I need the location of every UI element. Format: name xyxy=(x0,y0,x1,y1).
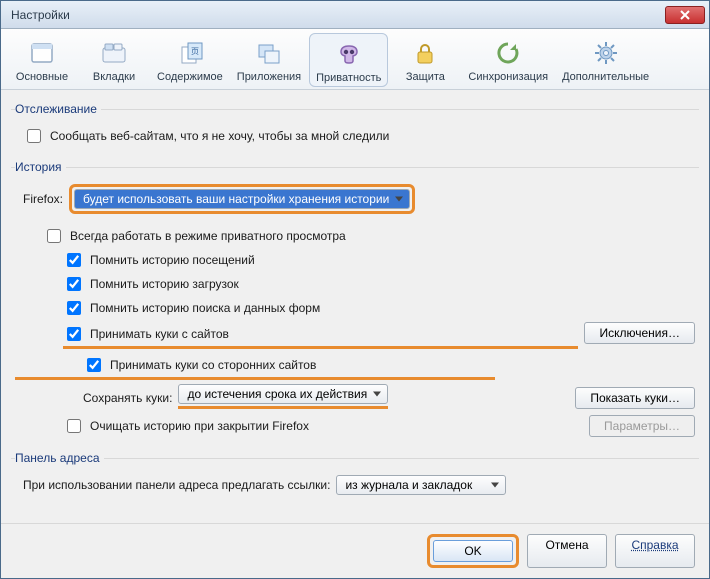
suggest-label: При использовании панели адреса предлага… xyxy=(23,478,330,492)
privacy-icon xyxy=(333,38,365,70)
tab-advanced[interactable]: Дополнительные xyxy=(556,33,655,87)
svg-text:页: 页 xyxy=(191,47,199,56)
always-private-label: Всегда работать в режиме приватного прос… xyxy=(70,229,346,243)
suggest-value: из журнала и закладок xyxy=(345,478,472,492)
category-toolbar: Основные Вкладки 页 Содержимое Приложения… xyxy=(1,29,709,90)
cancel-button[interactable]: Отмена xyxy=(527,534,607,568)
window-title: Настройки xyxy=(11,8,70,22)
remember-forms-label: Помнить историю поиска и данных форм xyxy=(90,301,320,315)
content-icon: 页 xyxy=(174,37,206,69)
history-legend: История xyxy=(15,160,66,174)
history-section: История Firefox: будет использовать ваши… xyxy=(11,160,699,443)
tab-sync[interactable]: Синхронизация xyxy=(462,33,554,87)
tracking-legend: Отслеживание xyxy=(15,102,101,116)
remember-forms-checkbox[interactable] xyxy=(67,301,81,315)
close-icon xyxy=(680,10,690,20)
tab-security-label: Защита xyxy=(406,71,445,83)
security-icon xyxy=(409,37,441,69)
remember-visits-label: Помнить историю посещений xyxy=(90,253,255,267)
dialog-footer: OK Отмена Справка xyxy=(1,523,709,578)
tab-sync-label: Синхронизация xyxy=(468,71,548,83)
titlebar: Настройки xyxy=(1,1,709,29)
tracking-section: Отслеживание Сообщать веб-сайтам, что я … xyxy=(11,102,699,152)
clear-on-close-checkbox[interactable] xyxy=(67,419,81,433)
tab-advanced-label: Дополнительные xyxy=(562,71,649,83)
third-party-cookies-label: Принимать куки со сторонних сайтов xyxy=(110,358,316,372)
dnt-label: Сообщать веб-сайтам, что я не хочу, чтоб… xyxy=(50,129,389,143)
tab-security[interactable]: Защита xyxy=(390,33,460,87)
content-panel: Отслеживание Сообщать веб-сайтам, что я … xyxy=(1,90,709,523)
exceptions-button[interactable]: Исключения… xyxy=(584,322,695,344)
close-button[interactable] xyxy=(665,6,705,24)
keep-cookies-select[interactable]: до истечения срока их действия xyxy=(178,384,388,404)
tab-tabs[interactable]: Вкладки xyxy=(79,33,149,87)
tabs-icon xyxy=(98,37,130,69)
tab-content-label: Содержимое xyxy=(157,71,223,83)
keep-cookies-label: Сохранять куки: xyxy=(83,391,172,405)
general-icon xyxy=(26,37,58,69)
clear-on-close-label: Очищать историю при закрытии Firefox xyxy=(90,419,309,433)
tab-content[interactable]: 页 Содержимое xyxy=(151,33,229,87)
tab-privacy-label: Приватность xyxy=(316,72,381,84)
history-mode-value: будет использовать ваши настройки хранен… xyxy=(83,192,389,206)
tab-general[interactable]: Основные xyxy=(7,33,77,87)
help-button[interactable]: Справка xyxy=(615,534,695,568)
remember-downloads-label: Помнить историю загрузок xyxy=(90,277,239,291)
tab-tabs-label: Вкладки xyxy=(93,71,135,83)
tab-general-label: Основные xyxy=(16,71,68,83)
show-cookies-button[interactable]: Показать куки… xyxy=(575,387,695,409)
gear-icon xyxy=(590,37,622,69)
history-mode-select[interactable]: будет использовать ваши настройки хранен… xyxy=(74,189,410,209)
dnt-checkbox[interactable] xyxy=(27,129,41,143)
accept-cookies-checkbox[interactable] xyxy=(67,327,81,341)
accept-cookies-label: Принимать куки с сайтов xyxy=(90,327,229,341)
always-private-checkbox[interactable] xyxy=(47,229,61,243)
keep-cookies-value: до истечения срока их действия xyxy=(187,387,367,401)
third-party-cookies-checkbox[interactable] xyxy=(87,358,101,372)
tab-privacy[interactable]: Приватность xyxy=(309,33,388,87)
remember-downloads-checkbox[interactable] xyxy=(67,277,81,291)
applications-icon xyxy=(253,37,285,69)
suggest-select[interactable]: из журнала и закладок xyxy=(336,475,506,495)
clear-settings-button: Параметры… xyxy=(589,415,695,437)
settings-window: Настройки Основные Вкладки 页 Содержимое xyxy=(0,0,710,579)
firefox-mode-label: Firefox: xyxy=(23,192,63,206)
locationbar-section: Панель адреса При использовании панели а… xyxy=(11,451,699,501)
remember-visits-checkbox[interactable] xyxy=(67,253,81,267)
ok-button[interactable]: OK xyxy=(433,540,513,562)
tab-applications[interactable]: Приложения xyxy=(231,33,307,87)
locationbar-legend: Панель адреса xyxy=(15,451,104,465)
sync-icon xyxy=(492,37,524,69)
tab-applications-label: Приложения xyxy=(237,71,301,83)
